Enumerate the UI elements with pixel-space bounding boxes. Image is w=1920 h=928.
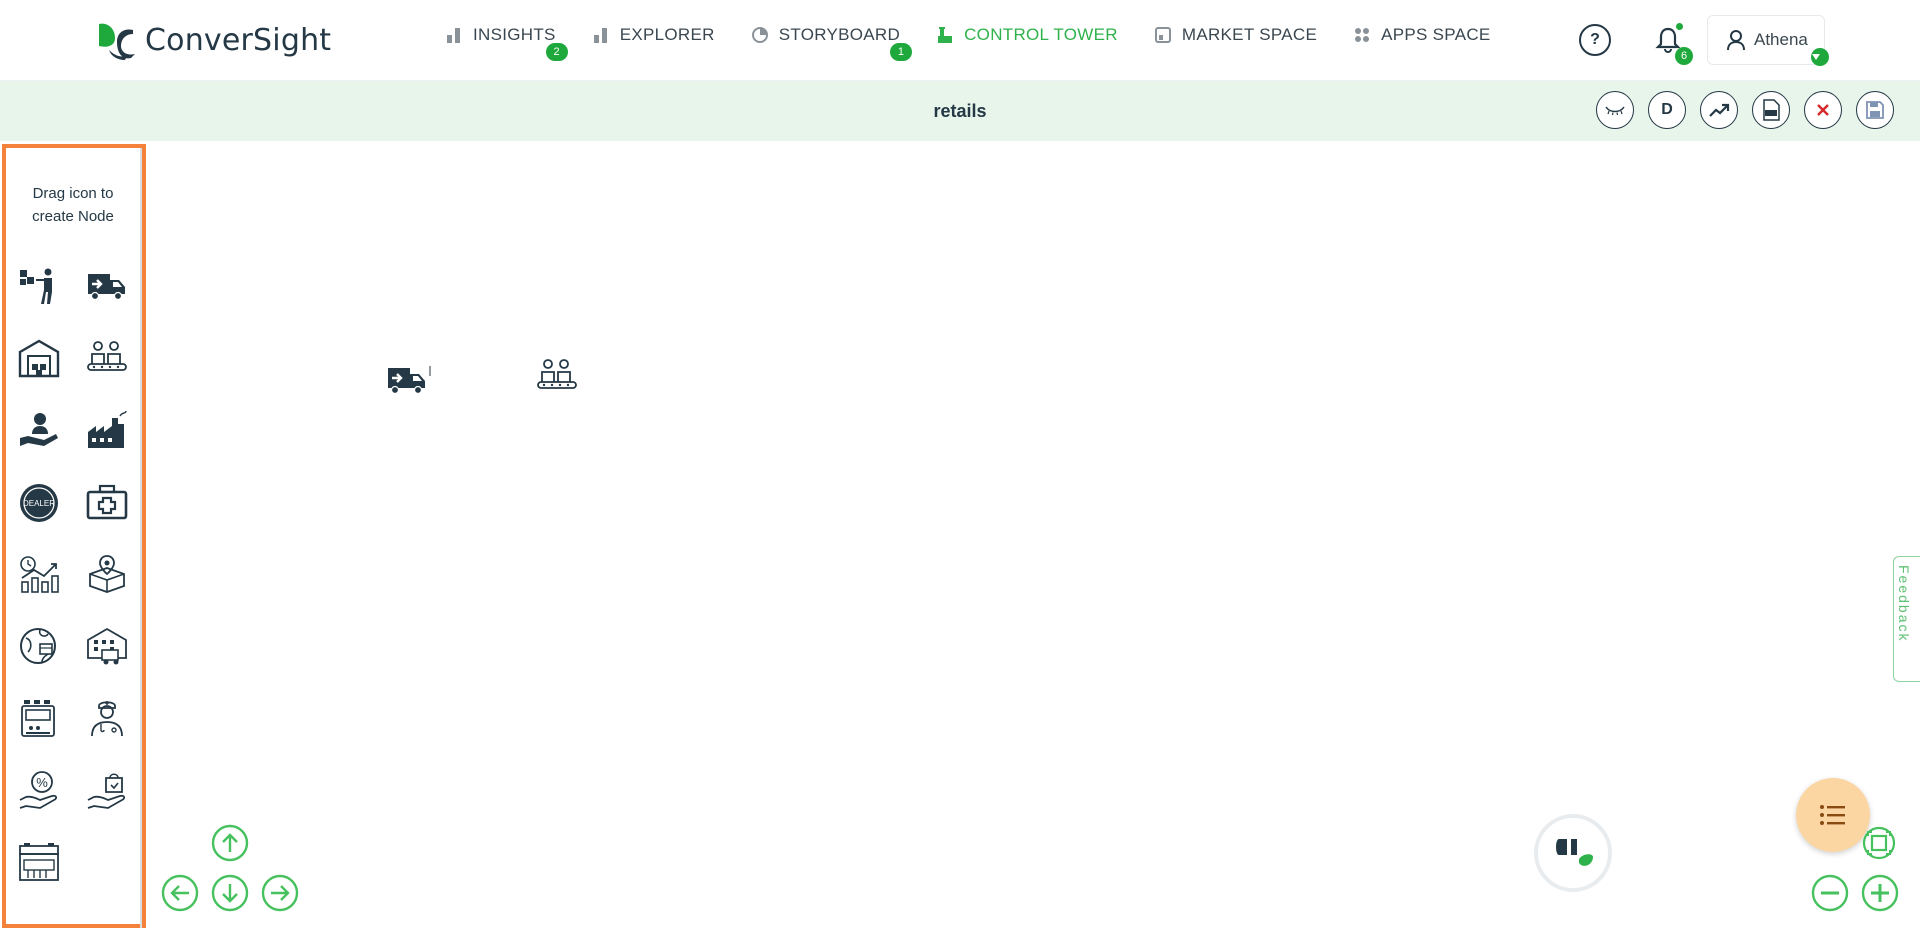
pdf-icon — [1763, 99, 1780, 121]
pie-icon — [751, 27, 768, 43]
brand-name: ConverSight — [145, 22, 332, 58]
main-nav: INSIGHTS 2 EXPLORER STORYBOARD 1 CONTROL… — [445, 0, 1527, 70]
chevron-down-icon[interactable] — [1811, 48, 1829, 66]
palette-instructions: Drag icon to create Node — [6, 182, 140, 228]
shopping-hand-icon[interactable] — [86, 770, 126, 810]
bar-chart-icon — [593, 28, 607, 43]
nav-insights-label: INSIGHTS — [473, 25, 556, 44]
apps-grid-icon — [1355, 28, 1370, 42]
growth-chart-icon[interactable] — [18, 554, 59, 594]
canvas-node-delivery-truck[interactable] — [386, 360, 432, 400]
distribution-center-icon[interactable] — [86, 626, 127, 666]
close-button[interactable] — [1804, 91, 1842, 129]
factory-workers-icon[interactable] — [86, 338, 127, 378]
nav-insights[interactable]: INSIGHTS 2 — [445, 25, 568, 61]
factory-workers-icon — [537, 359, 577, 389]
nav-explorer-label: EXPLORER — [619, 25, 715, 44]
svg-text:DEALER: DEALER — [23, 499, 55, 508]
header-actions: ? 6 Athena — [1579, 15, 1829, 66]
svg-text:%: % — [36, 775, 48, 790]
fit-view-button[interactable] — [1862, 826, 1896, 860]
warehouse-icon[interactable] — [18, 338, 60, 378]
customer-care-icon[interactable] — [18, 410, 58, 450]
close-icon — [1817, 104, 1829, 116]
first-aid-kit-icon[interactable] — [86, 482, 128, 522]
supplier-icon[interactable] — [18, 266, 58, 306]
feedback-label: Feedback — [1896, 565, 1912, 643]
nav-market-space-label: MARKET SPACE — [1181, 25, 1318, 44]
hide-button[interactable] — [1596, 91, 1634, 129]
arrow-up-icon — [211, 824, 249, 862]
help-button[interactable]: ? — [1579, 24, 1611, 56]
d-letter-icon: D — [1661, 101, 1673, 118]
minus-icon — [1811, 874, 1849, 912]
notifications-button[interactable]: 6 — [1653, 23, 1693, 65]
nav-apps-space-label: APPS SPACE — [1381, 25, 1491, 44]
eye-closed-icon — [1605, 106, 1625, 116]
zoom-out-button[interactable] — [1811, 874, 1849, 912]
palette-title-line-2: create Node — [32, 208, 114, 225]
notification-dot — [1676, 23, 1683, 30]
global-delivery-icon[interactable] — [18, 626, 58, 666]
nav-control-tower[interactable]: CONTROL TOWER — [936, 25, 1118, 45]
delivery-truck-icon[interactable] — [86, 266, 126, 306]
user-name: Athena — [1754, 30, 1808, 49]
bar-chart-icon — [447, 28, 460, 43]
factory-icon[interactable] — [86, 410, 127, 450]
assistant-launcher[interactable] — [1534, 814, 1612, 892]
help-icon: ? — [1590, 31, 1600, 48]
arrow-down-icon — [211, 874, 249, 912]
insights-count-badge: 2 — [545, 43, 568, 61]
discount-hand-icon[interactable]: % — [18, 770, 58, 810]
control-tower-icon — [938, 27, 953, 43]
trend-icon — [1709, 103, 1730, 117]
assistant-logo-icon — [1556, 839, 1593, 866]
machine-icon[interactable] — [18, 698, 58, 738]
conversight-logo[interactable]: ConverSight — [95, 20, 331, 60]
dealer-icon[interactable]: DEALER — [18, 482, 58, 522]
pan-up-button[interactable] — [211, 824, 249, 862]
d-mode-button[interactable]: D — [1648, 91, 1686, 129]
package-location-icon[interactable] — [86, 554, 126, 594]
save-button[interactable] — [1856, 91, 1894, 129]
pdf-button[interactable] — [1752, 91, 1790, 129]
tower-canvas[interactable] — [150, 144, 1920, 928]
arrow-left-icon — [161, 874, 199, 912]
nav-storyboard-label: STORYBOARD — [778, 25, 901, 44]
logo-mark-icon — [95, 20, 137, 60]
doctor-icon[interactable] — [86, 698, 126, 738]
delivery-truck-icon — [388, 366, 431, 395]
canvas-node-factory-workers[interactable] — [534, 356, 580, 396]
pan-down-button[interactable] — [211, 874, 249, 912]
tower-title-bar: retails D — [0, 81, 1920, 141]
storyboard-count-badge: 1 — [890, 43, 913, 61]
arrow-right-icon — [261, 874, 299, 912]
pan-left-button[interactable] — [161, 874, 199, 912]
user-icon — [1727, 30, 1745, 51]
palette-panel: Drag icon to create Node DEALER % — [6, 148, 142, 928]
list-menu-button[interactable] — [1796, 778, 1870, 852]
feedback-tab[interactable]: Feedback — [1893, 556, 1920, 682]
nav-market-space[interactable]: MARKET SPACE — [1154, 25, 1317, 45]
palette-title-line-1: Drag icon to — [32, 185, 114, 202]
nav-explorer[interactable]: EXPLORER — [592, 25, 715, 45]
nav-control-tower-label: CONTROL TOWER — [964, 25, 1118, 44]
node-palette: Drag icon to create Node DEALER % — [2, 144, 146, 928]
market-icon — [1154, 27, 1171, 43]
title-toolbar: D — [1582, 91, 1894, 129]
save-icon — [1866, 101, 1884, 119]
trend-button[interactable] — [1700, 91, 1738, 129]
fit-screen-icon — [1862, 826, 1896, 860]
pan-right-button[interactable] — [261, 874, 299, 912]
zoom-in-button[interactable] — [1861, 874, 1899, 912]
notification-count-badge: 6 — [1675, 47, 1693, 65]
list-icon — [1820, 805, 1845, 825]
store-icon[interactable] — [18, 842, 59, 882]
plus-icon — [1861, 874, 1899, 912]
nav-storyboard[interactable]: STORYBOARD 1 — [751, 25, 913, 61]
nav-apps-space[interactable]: APPS SPACE — [1353, 25, 1490, 45]
user-menu[interactable]: Athena — [1707, 15, 1829, 66]
top-header: ConverSight INSIGHTS 2 EXPLORER STORYBOA… — [0, 0, 1920, 81]
